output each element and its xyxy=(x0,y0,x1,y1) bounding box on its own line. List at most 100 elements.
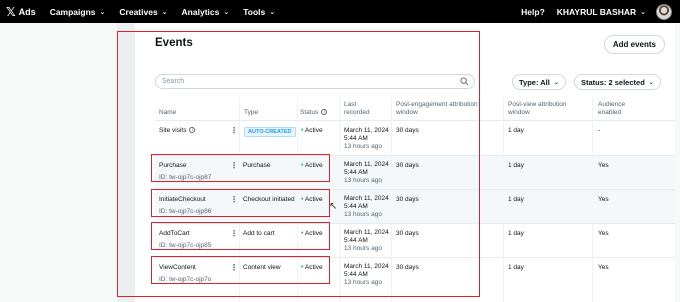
status-cell: • Active xyxy=(301,196,323,204)
events-card: Events Add events Search Type: All ⌄ Stat… xyxy=(135,23,675,302)
status-filter-label: Status: 2 selected xyxy=(581,77,645,87)
header-last-recorded-line1: Last xyxy=(344,101,357,108)
post-engagement-cell: 30 days xyxy=(396,196,419,203)
table-row[interactable]: Purchase ID: tw-ojp7c-ojp87 ⋮ Purchase •… xyxy=(155,156,675,189)
last-recorded-cell: March 11, 2024 5:44 AM 13 hours ago xyxy=(344,229,389,253)
event-id: ID: tw-ojp7c-ojp87 xyxy=(159,174,212,181)
table-row[interactable]: Site visits i ⋮ AUTO-CREATED • Active Mar… xyxy=(155,121,675,155)
recorded-date: March 11, 2024 xyxy=(344,263,389,270)
nav-creatives-label: Creatives xyxy=(119,6,158,17)
post-view-cell: 1 day xyxy=(508,127,524,134)
nav-campaigns-label: Campaigns xyxy=(49,6,96,17)
more-options-icon[interactable]: ⋮ xyxy=(230,161,238,170)
page-title: Events xyxy=(155,37,193,49)
nav-tools[interactable]: Tools ⌄ xyxy=(243,7,275,17)
chevron-down-icon: ⌄ xyxy=(223,7,230,16)
more-options-icon[interactable]: ⋮ xyxy=(230,195,238,204)
info-icon[interactable]: i xyxy=(189,127,196,134)
event-name: ViewContent xyxy=(159,264,196,271)
event-id: ID: tw-ojp7c-ojp85 xyxy=(159,242,212,249)
recorded-time: 5:44 AM xyxy=(344,271,368,278)
event-id: ID: tw-ojp7c-ojp7o xyxy=(159,276,212,283)
event-name-cell: Site visits i xyxy=(159,127,196,135)
nav-campaigns[interactable]: Campaigns ⌄ xyxy=(50,7,106,17)
recorded-ago: 13 hours ago xyxy=(344,211,382,218)
header-post-engagement-line2: window xyxy=(396,109,418,116)
header-last-recorded: Last recorded xyxy=(344,101,370,117)
status-label: Active xyxy=(304,264,323,271)
last-recorded-cell: March 11, 2024 5:44 AM 13 hours ago xyxy=(344,127,389,151)
recorded-date: March 11, 2024 xyxy=(344,161,389,168)
mouse-cursor-icon: ↖ xyxy=(329,201,338,212)
event-name: InitiateCheckout xyxy=(159,196,206,203)
header-post-view-line1: Post-view attribution xyxy=(508,101,567,108)
search-icon xyxy=(460,77,469,86)
event-name: Site visits xyxy=(159,127,187,134)
post-view-cell: 1 day xyxy=(508,230,524,237)
nav-creatives[interactable]: Creatives ⌄ xyxy=(119,7,167,17)
header-name: Name xyxy=(159,109,177,116)
table-row[interactable]: InitiateCheckout ID: tw-ojp7c-ojp86 ⋮ Ch… xyxy=(155,190,675,223)
status-dot-icon: • xyxy=(301,196,304,203)
top-nav: 𝕏 Ads Campaigns ⌄ Creatives ⌄ Analytics ⌄ T… xyxy=(0,0,680,23)
status-dot-icon: • xyxy=(301,162,304,169)
more-options-icon[interactable]: ⋮ xyxy=(230,126,238,135)
event-name: Purchase xyxy=(159,162,187,169)
event-name: AddToCart xyxy=(159,230,190,237)
header-last-recorded-line2: recorded xyxy=(344,109,370,116)
chevron-down-icon: ⌄ xyxy=(99,7,106,16)
recorded-date: March 11, 2024 xyxy=(344,195,389,202)
recorded-ago: 13 hours ago xyxy=(344,279,382,286)
header-type: Type xyxy=(244,109,259,116)
recorded-time: 5:44 AM xyxy=(344,237,368,244)
status-filter[interactable]: Status: 2 selected ⌄ xyxy=(574,74,661,90)
type-filter[interactable]: Type: All ⌄ xyxy=(512,74,566,90)
post-engagement-cell: 30 days xyxy=(396,230,419,237)
recorded-time: 5:44 AM xyxy=(344,203,368,210)
search-input[interactable]: Search xyxy=(155,74,475,89)
x-ads-logo[interactable]: 𝕏 Ads xyxy=(6,5,36,19)
chevron-down-icon: ⌄ xyxy=(553,78,559,86)
avatar[interactable] xyxy=(656,3,672,20)
last-recorded-cell: March 11, 2024 5:44 AM 13 hours ago xyxy=(344,161,389,185)
recorded-time: 5:44 AM xyxy=(344,135,368,142)
more-options-icon[interactable]: ⋮ xyxy=(230,229,238,238)
user-menu[interactable]: KHAYRUL BASHAR ⌄ xyxy=(557,7,646,17)
x-logo-icon: 𝕏 xyxy=(6,4,16,19)
nav-analytics[interactable]: Analytics ⌄ xyxy=(182,7,230,17)
recorded-ago: 13 hours ago xyxy=(344,245,382,252)
ads-label: Ads xyxy=(18,6,36,17)
audience-cell: Yes xyxy=(598,264,609,271)
recorded-ago: 13 hours ago xyxy=(344,143,382,150)
audience-cell: - xyxy=(598,127,601,134)
chevron-down-icon: ⌄ xyxy=(269,7,276,16)
header-audience-line2: enabled xyxy=(598,109,622,116)
status-cell: • Active xyxy=(301,264,323,272)
header-post-view: Post-view attribution window xyxy=(508,101,567,117)
status-dot-icon: • xyxy=(301,230,304,237)
header-post-view-line2: window xyxy=(508,109,530,116)
post-engagement-cell: 30 days xyxy=(396,127,419,134)
chevron-down-icon: ⌄ xyxy=(648,78,654,86)
user-name: KHAYRUL BASHAR xyxy=(556,6,637,17)
add-events-button[interactable]: Add events xyxy=(603,35,665,54)
status-label: Active xyxy=(304,127,323,134)
header-audience-line1: Audience xyxy=(598,101,626,108)
status-cell: • Active xyxy=(301,127,323,135)
post-view-cell: 1 day xyxy=(508,196,524,203)
event-type: Purchase xyxy=(243,162,271,169)
header-status: Status i xyxy=(300,109,328,117)
table-row[interactable]: ViewContent ID: tw-ojp7c-ojp7o ⋮ Content… xyxy=(155,258,675,294)
chevron-down-icon: ⌄ xyxy=(640,7,646,16)
nav-analytics-label: Analytics xyxy=(181,6,220,17)
status-cell: • Active xyxy=(301,162,323,170)
info-icon[interactable]: i xyxy=(321,109,328,116)
post-view-cell: 1 day xyxy=(508,162,524,169)
table-row[interactable]: AddToCart ID: tw-ojp7c-ojp85 ⋮ Add to ca… xyxy=(155,224,675,257)
status-label: Active xyxy=(304,196,323,203)
status-dot-icon: • xyxy=(301,264,304,271)
header-post-engagement: Post-engagement attribution window xyxy=(396,101,478,117)
more-options-icon[interactable]: ⋮ xyxy=(230,263,238,272)
nav-tools-label: Tools xyxy=(243,6,266,17)
help-link[interactable]: Help? xyxy=(521,7,545,17)
